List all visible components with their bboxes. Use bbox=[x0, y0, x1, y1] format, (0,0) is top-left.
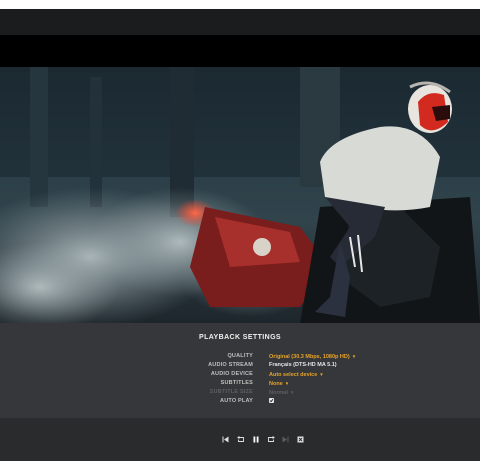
subtitles-row[interactable]: SUBTITLES None ▼ bbox=[0, 379, 480, 388]
replay-icon bbox=[236, 436, 244, 442]
auto-play-checkbox[interactable] bbox=[269, 398, 274, 403]
skip-previous-button[interactable] bbox=[221, 435, 230, 444]
replay-button[interactable] bbox=[236, 435, 245, 444]
audio-device-label: AUDIO DEVICE bbox=[210, 371, 253, 377]
audio-stream-label: AUDIO STREAM bbox=[208, 362, 253, 368]
skip-next-button[interactable] bbox=[281, 435, 290, 444]
subtitle-size-row: SUBTITLE SIZE Normal ▼ bbox=[0, 388, 480, 397]
pause-button[interactable] bbox=[251, 435, 260, 444]
forward-icon bbox=[267, 436, 275, 442]
forward-button[interactable] bbox=[266, 435, 275, 444]
subtitles-label: SUBTITLES bbox=[220, 380, 253, 386]
chevron-down-icon: ▼ bbox=[319, 372, 324, 377]
video-scene bbox=[0, 67, 480, 323]
stop-icon bbox=[297, 436, 304, 443]
playback-controls bbox=[0, 418, 480, 461]
top-bar bbox=[0, 9, 480, 35]
video-frame[interactable] bbox=[0, 67, 480, 323]
skip-next-icon bbox=[282, 436, 289, 443]
skip-previous-icon bbox=[222, 436, 229, 443]
pause-icon bbox=[253, 436, 258, 443]
subtitle-size-label: SUBTITLE SIZE bbox=[209, 389, 253, 395]
letterbox-top bbox=[0, 35, 480, 67]
quality-label: QUALITY bbox=[227, 353, 253, 359]
chevron-down-icon: ▼ bbox=[289, 390, 295, 395]
settings-title: PLAYBACK SETTINGS bbox=[199, 334, 281, 341]
audio-device-row[interactable]: AUDIO DEVICE Auto select device ▼ bbox=[0, 370, 480, 379]
chevron-down-icon: ▼ bbox=[284, 381, 290, 386]
chevron-down-icon: ▼ bbox=[351, 354, 357, 359]
stop-button[interactable] bbox=[296, 435, 305, 444]
auto-play-label: AUTO PLAY bbox=[220, 398, 253, 404]
quality-row[interactable]: QUALITY Original (30.3 Mbps, 1080p HD) ▼ bbox=[0, 352, 480, 361]
audio-stream-value[interactable]: Français (DTS-HD MA 5.1) bbox=[269, 361, 337, 370]
audio-stream-row[interactable]: AUDIO STREAM Français (DTS-HD MA 5.1) bbox=[0, 361, 480, 370]
auto-play-row[interactable]: AUTO PLAY bbox=[0, 397, 480, 406]
checkmark-icon bbox=[269, 398, 274, 403]
playback-settings-panel: PLAYBACK SETTINGS QUALITY Original (30.3… bbox=[0, 323, 480, 418]
